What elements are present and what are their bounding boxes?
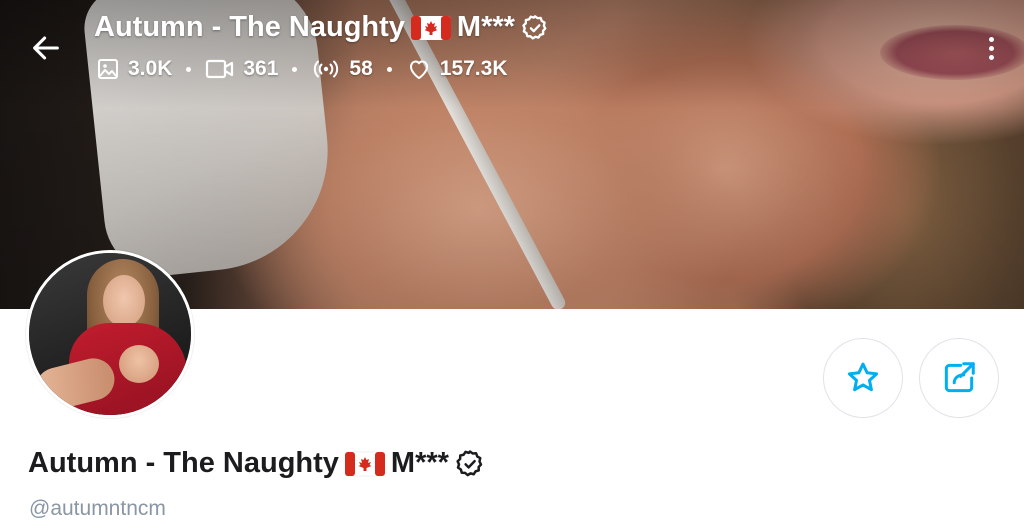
profile-handle: @autumntncm: [29, 497, 166, 520]
kebab-menu-icon: [988, 36, 994, 42]
header-title-suffix: M***: [456, 11, 515, 43]
heart-icon: [409, 60, 428, 79]
video-icon: [206, 59, 234, 79]
profile-name: Autumn - The Naughty M***: [28, 447, 485, 480]
stat-streams: 58: [311, 57, 373, 81]
kebab-menu-icon: [988, 45, 994, 51]
profile-name-suffix: M***: [390, 447, 449, 479]
star-icon: [847, 362, 879, 392]
more-options-button[interactable]: [976, 30, 1006, 66]
share-button[interactable]: [919, 338, 999, 418]
avatar-photo: [103, 275, 145, 327]
stat-likes-value: 157.3K: [439, 57, 508, 80]
avatar-photo: [119, 345, 159, 383]
arrow-left-icon: [33, 36, 59, 60]
stat-photos: 3.0K: [96, 57, 172, 81]
canada-flag-icon: [410, 15, 451, 40]
stat-streams-value: 58: [349, 57, 373, 80]
verified-badge-icon: [522, 14, 547, 40]
profile-name-text: Autumn - The Naughty: [28, 447, 339, 479]
back-button[interactable]: [26, 28, 66, 68]
header-stats: 3.0K 361 58 157.3K: [96, 57, 507, 81]
separator-dot: [186, 66, 192, 72]
add-to-favorites-button[interactable]: [823, 338, 903, 418]
canada-flag-icon: [344, 451, 385, 476]
stat-likes: 157.3K: [406, 57, 508, 81]
top-bar: Autumn - The Naughty M*** 3.0K 361 58 15…: [0, 0, 1024, 100]
share-icon: [944, 362, 975, 393]
separator-dot: [386, 66, 392, 72]
stat-videos-value: 361: [243, 57, 279, 80]
avatar[interactable]: [26, 250, 194, 418]
stat-videos: 361: [205, 57, 278, 81]
verified-badge-icon: [456, 449, 483, 476]
broadcast-icon: [314, 60, 339, 78]
separator-dot: [292, 66, 298, 72]
stat-photos-value: 3.0K: [128, 57, 173, 80]
header-title: Autumn - The Naughty M***: [94, 11, 549, 44]
kebab-menu-icon: [988, 54, 994, 60]
image-icon: [98, 59, 118, 79]
header-title-text: Autumn - The Naughty: [94, 11, 405, 43]
